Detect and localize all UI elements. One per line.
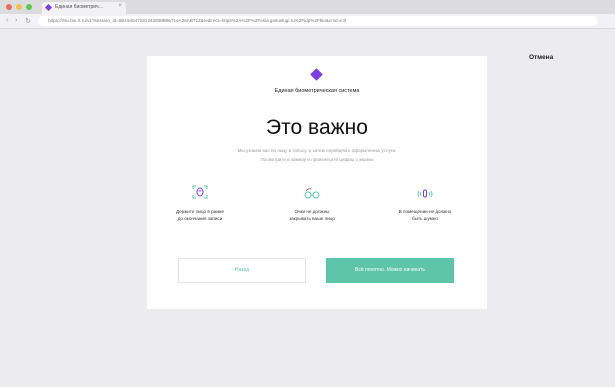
description-line: Мы узнаем вас по лицу и голосу, а затем … <box>237 148 397 153</box>
sound-icon <box>417 189 433 198</box>
browser-toolbar: ‹ › ↻ https://zsu.bio.rt.ru/v1?session_i… <box>0 14 615 29</box>
cancel-link[interactable]: Отмена <box>529 54 553 61</box>
feature-line: В помещении не должно <box>398 209 452 214</box>
feature-text: Держите лицо в рамке до окончания записи <box>153 208 247 222</box>
system-name: Единая биометрическая система <box>274 88 360 94</box>
reload-icon[interactable]: ↻ <box>25 17 31 25</box>
start-button[interactable]: Всё понятно. Можно начинать <box>326 258 454 283</box>
tab-title: Единая биометрич… <box>55 4 104 10</box>
minimize-window-button[interactable] <box>16 4 22 10</box>
glasses-icon <box>304 188 320 199</box>
close-window-button[interactable] <box>6 4 12 10</box>
face-frame-icon <box>192 185 208 199</box>
browser-tab-bar: Единая биометрич… × <box>0 0 615 14</box>
feature-line: до окончания записи <box>177 216 223 221</box>
back-button[interactable]: Назад <box>178 258 306 283</box>
address-bar[interactable]: https://zsu.bio.rt.ru/v1?session_id=8B19… <box>38 16 598 26</box>
feature-text: Очки не должны закрывать ваше лицо <box>265 208 359 222</box>
page-title: Это важно <box>266 116 368 139</box>
favicon-icon <box>44 3 53 12</box>
tab-close-icon[interactable]: × <box>118 3 122 9</box>
browser-tab[interactable]: Единая биометрич… × <box>42 2 126 14</box>
feature-line: Держите лицо в рамке <box>175 209 224 214</box>
feature-line: закрывать ваше лицо <box>289 216 335 221</box>
forward-arrow-icon[interactable]: › <box>15 17 17 24</box>
back-arrow-icon[interactable]: ‹ <box>6 17 8 24</box>
feature-line: быть шумно <box>412 216 438 221</box>
description-line: Посмотрите в камеру и произнесите цифры … <box>260 157 374 162</box>
feature-text: В помещении не должно быть шумно <box>378 208 472 222</box>
feature-line: Очки не должны <box>294 209 330 214</box>
maximize-window-button[interactable] <box>26 4 32 10</box>
